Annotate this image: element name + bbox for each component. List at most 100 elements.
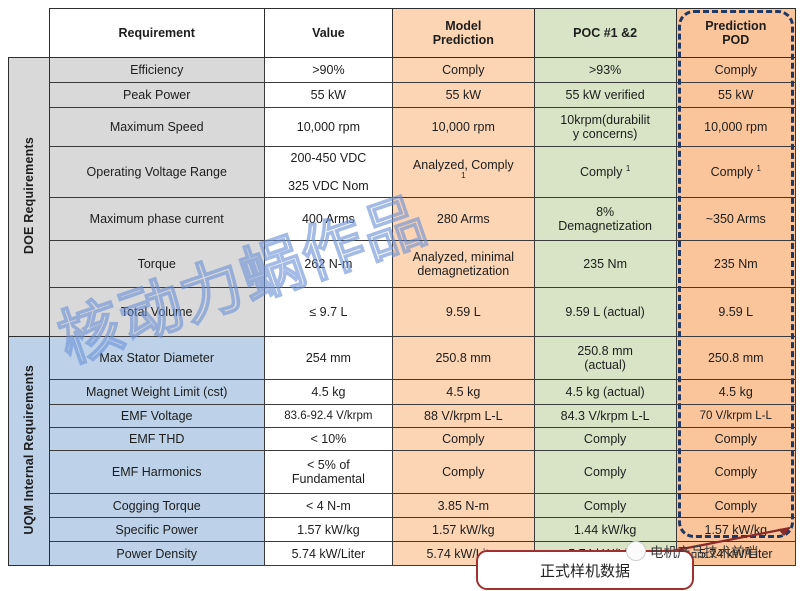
group-label-uqm: UQM Internal Requirements: [8, 336, 50, 566]
header-prediction-pod-line1: Prediction: [705, 19, 767, 33]
row-value: 4.5 kg: [263, 379, 393, 405]
row-poc: >93%: [533, 57, 677, 83]
row-requirement: Efficiency: [48, 57, 265, 83]
row-requirement: Torque: [48, 240, 265, 288]
row-model: Comply: [391, 57, 535, 83]
row-requirement: Maximum Speed: [48, 107, 265, 147]
row-model: 280 Arms: [391, 197, 535, 241]
row-value: 254 mm: [263, 336, 393, 380]
row-pod: ~350 Arms: [675, 197, 797, 241]
row-model: 9.59 L: [391, 287, 535, 337]
row-value: 55 kW: [263, 82, 393, 108]
header-prediction-pod: Prediction POD: [675, 8, 797, 58]
row-poc: 8% Demagnetization: [533, 197, 677, 241]
table-row: EMF THD < 10% Comply Comply Comply: [9, 427, 797, 451]
header-model-prediction-line2: Prediction: [432, 33, 494, 47]
row-pod: Comply: [675, 493, 797, 518]
header-corner-blank: [9, 9, 50, 58]
group-label-doe-text: DOE Requirements: [21, 136, 36, 255]
row-value: 1.57 kW/kg: [263, 517, 393, 542]
row-value: < 4 N-m: [263, 493, 393, 518]
row-poc: Comply: [533, 427, 677, 451]
row-poc: 235 Nm: [533, 240, 677, 288]
brand-mark: 电机产品技术前哨: [626, 541, 758, 561]
header-prediction-pod-line2: POD: [722, 33, 750, 47]
row-model: Comply: [391, 427, 535, 451]
row-requirement: Cogging Torque: [48, 493, 265, 518]
row-model: Analyzed, minimal demagnetization: [391, 240, 535, 288]
row-model: Analyzed, Comply 1: [391, 146, 535, 198]
row-poc: Comply: [533, 450, 677, 494]
header-model-prediction: Model Prediction: [391, 8, 535, 58]
row-poc: 55 kW verified: [533, 82, 677, 108]
row-model: Comply: [391, 450, 535, 494]
header-poc: POC #1 &2: [533, 8, 677, 58]
table-row: Torque 262 N-m Analyzed, minimal demagnet…: [9, 240, 797, 288]
table-row: Cogging Torque < 4 N-m 3.85 N-m Comply C…: [9, 493, 797, 518]
brand-label: 电机产品技术前哨: [650, 545, 758, 561]
row-requirement: Max Stator Diameter: [48, 336, 265, 380]
row-requirement: Operating Voltage Range: [48, 146, 265, 198]
row-pod: Comply: [675, 427, 797, 451]
table-row: Magnet Weight Limit (cst) 4.5 kg 4.5 kg …: [9, 379, 797, 405]
row-requirement: Peak Power: [48, 82, 265, 108]
row-value: 400 Arms: [263, 197, 393, 241]
row-model: 88 V/krpm L-L: [391, 404, 535, 428]
row-value: ≤ 9.7 L: [263, 287, 393, 337]
table-header-row: Requirement Value Model Prediction POC #…: [9, 8, 797, 58]
row-poc: 10krpm(durabilit y concerns): [533, 107, 677, 147]
brand-logo-icon: [626, 541, 646, 561]
row-requirement: EMF THD: [48, 427, 265, 451]
row-value: < 5% of Fundamental: [263, 450, 393, 494]
table-row: Specific Power 1.57 kW/kg 1.57 kW/kg 1.4…: [9, 517, 797, 542]
row-requirement: Maximum phase current: [48, 197, 265, 241]
row-requirement: Specific Power: [48, 517, 265, 542]
header-value: Value: [263, 8, 393, 58]
row-poc: Comply 1: [533, 146, 677, 198]
row-value: 5.74 kW/Liter: [263, 541, 393, 566]
table-row: EMF Voltage 83.6-92.4 V/krpm 88 V/krpm L…: [9, 404, 797, 428]
group-label-uqm-text: UQM Internal Requirements: [21, 364, 36, 535]
header-requirement: Requirement: [48, 8, 265, 58]
row-pod: 9.59 L: [675, 287, 797, 337]
row-value: 83.6-92.4 V/krpm: [263, 404, 393, 428]
row-requirement: Power Density: [48, 541, 265, 566]
table-row: EMF Harmonics < 5% of Fundamental Comply …: [9, 450, 797, 494]
table-row: Maximum phase current 400 Arms 280 Arms …: [9, 197, 797, 241]
row-pod: 55 kW: [675, 82, 797, 108]
header-model-prediction-line1: Model: [445, 19, 482, 33]
row-poc: 84.3 V/krpm L-L: [533, 404, 677, 428]
table-row: Peak Power 55 kW 55 kW 55 kW verified 55…: [9, 82, 797, 108]
row-pod: 4.5 kg: [675, 379, 797, 405]
row-requirement: EMF Voltage: [48, 404, 265, 428]
row-value: < 10%: [263, 427, 393, 451]
specification-table: Requirement Value Model Prediction POC #…: [8, 8, 797, 566]
row-poc: 9.59 L (actual): [533, 287, 677, 337]
row-value: 10,000 rpm: [263, 107, 393, 147]
row-pod: 250.8 mm: [675, 336, 797, 380]
row-requirement: EMF Harmonics: [48, 450, 265, 494]
row-pod: Comply: [675, 57, 797, 83]
row-poc: 1.44 kW/kg: [533, 517, 677, 542]
row-value: 200-450 VDC 325 VDC Nom: [263, 146, 393, 198]
row-value: >90%: [263, 57, 393, 83]
row-pod: Comply: [675, 450, 797, 494]
row-requirement: Total Volume: [48, 287, 265, 337]
row-model: 3.85 N-m: [391, 493, 535, 518]
row-poc: 250.8 mm (actual): [533, 336, 677, 380]
table-row: Maximum Speed 10,000 rpm 10,000 rpm 10kr…: [9, 107, 797, 147]
row-pod: 1.57 kW/kg: [675, 517, 797, 542]
row-pod: 10,000 rpm: [675, 107, 797, 147]
row-pod: 70 V/krpm L-L: [675, 404, 797, 428]
row-model: 1.57 kW/kg: [391, 517, 535, 542]
row-model: 4.5 kg: [391, 379, 535, 405]
row-poc: Comply: [533, 493, 677, 518]
slide-canvas: Requirement Value Model Prediction POC #…: [0, 0, 812, 591]
row-requirement: Magnet Weight Limit (cst): [48, 379, 265, 405]
row-model: 55 kW: [391, 82, 535, 108]
row-model: 10,000 rpm: [391, 107, 535, 147]
callout-label: 正式样机数据: [539, 561, 630, 580]
table-row: Operating Voltage Range 200-450 VDC 325 V…: [9, 146, 797, 198]
row-poc: 4.5 kg (actual): [533, 379, 677, 405]
table-row: Total Volume ≤ 9.7 L 9.59 L 9.59 L (actu…: [9, 287, 797, 337]
